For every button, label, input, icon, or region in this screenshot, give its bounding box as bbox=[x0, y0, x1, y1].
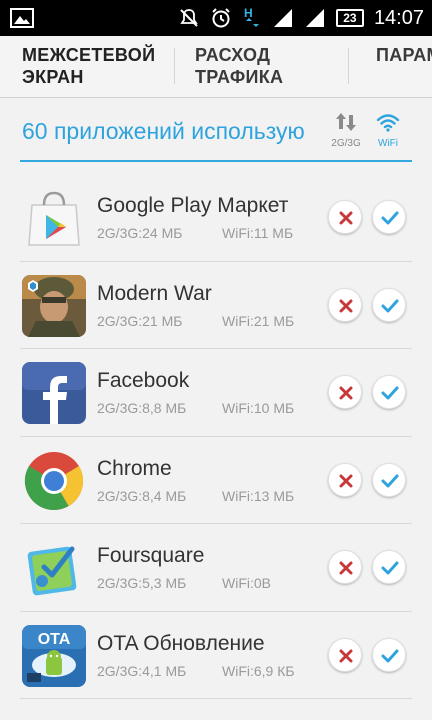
mobile-data-toggle-all[interactable]: 2G/3G bbox=[326, 112, 366, 152]
tab-bar: МЕЖСЕТЕВОЙ ЭКРАН РАСХОД ТРАФИКА ПАРАМ bbox=[0, 36, 432, 98]
signal-icon bbox=[305, 9, 324, 27]
mobile-usage: 2G/3G:8,4 МБ bbox=[97, 487, 187, 504]
close-icon bbox=[339, 211, 353, 225]
chrome-icon bbox=[22, 450, 86, 512]
check-icon bbox=[381, 299, 399, 312]
alarm-icon bbox=[212, 8, 230, 28]
mute-icon bbox=[180, 9, 198, 27]
mobile-usage: 2G/3G:21 МБ bbox=[97, 312, 183, 329]
tab-divider bbox=[348, 48, 349, 84]
app-row-google-play[interactable]: Google Play Маркет 2G/3G:24 МБ WiFi:11 М… bbox=[20, 174, 412, 262]
close-icon bbox=[339, 649, 353, 662]
allow-wifi-button[interactable] bbox=[372, 550, 406, 584]
check-icon bbox=[381, 211, 399, 225]
block-mobile-button[interactable] bbox=[328, 462, 362, 497]
tab-label-line2: ТРАФИКА bbox=[195, 67, 284, 87]
tab-divider bbox=[174, 48, 175, 84]
mobile-data-arrows-icon bbox=[336, 113, 356, 131]
close-icon bbox=[339, 561, 353, 575]
app-row-chrome[interactable]: Chrome 2G/3G:8,4 МБ WiFi:13 МБ bbox=[20, 437, 412, 524]
close-icon bbox=[339, 299, 353, 312]
block-mobile-button[interactable] bbox=[328, 550, 362, 584]
facebook-icon bbox=[22, 362, 86, 424]
wifi-usage: WiFi:0В bbox=[222, 575, 271, 591]
check-icon bbox=[381, 649, 399, 662]
wifi-usage: WiFi:21 МБ bbox=[222, 312, 295, 329]
tab-label-line1: РАСХОД bbox=[195, 45, 271, 65]
network-h-icon: H bbox=[244, 6, 259, 27]
app-row-foursquare[interactable]: Foursquare 2G/3G:5,3 МБ WiFi:0В bbox=[20, 524, 412, 612]
battery-icon: 23 bbox=[335, 9, 364, 27]
block-mobile-button[interactable] bbox=[328, 287, 362, 322]
wifi-icon bbox=[376, 114, 400, 132]
status-icons: H 23 14:07 bbox=[178, 0, 424, 36]
tab-label-line2: ЭКРАН bbox=[22, 67, 84, 87]
image-notification-icon bbox=[10, 8, 34, 28]
allow-wifi-button[interactable] bbox=[372, 637, 406, 672]
block-mobile-button[interactable] bbox=[328, 637, 362, 672]
tab-firewall[interactable]: МЕЖСЕТЕВОЙ ЭКРАН bbox=[22, 36, 156, 97]
app-row-modern-war[interactable]: Modern War 2G/3G:21 МБ WiFi:21 МБ bbox=[20, 262, 412, 349]
clock: 14:07 bbox=[373, 6, 424, 29]
wifi-toggle-all[interactable]: WiFi bbox=[368, 112, 408, 152]
google-play-icon bbox=[22, 187, 86, 249]
allow-wifi-button[interactable] bbox=[372, 287, 406, 322]
block-mobile-button[interactable] bbox=[328, 200, 362, 234]
app-name: Chrome bbox=[97, 456, 172, 480]
mobile-usage: 2G/3G:4,1 МБ bbox=[97, 662, 187, 679]
check-icon bbox=[381, 561, 399, 575]
app-name: OTA Обновление bbox=[97, 631, 265, 655]
svg-text:OTA: OTA bbox=[38, 631, 71, 648]
wifi-usage: WiFi:6,9 КБ bbox=[222, 662, 295, 679]
tab-label-line1: МЕЖСЕТЕВОЙ bbox=[22, 45, 156, 65]
allow-wifi-button[interactable] bbox=[372, 200, 406, 234]
foursquare-icon bbox=[22, 537, 86, 599]
app-list: Google Play Маркет 2G/3G:24 МБ WiFi:11 М… bbox=[20, 174, 412, 699]
check-icon bbox=[381, 386, 399, 400]
ota-update-icon: OTA bbox=[22, 624, 86, 687]
app-name: Facebook bbox=[97, 369, 190, 392]
list-header: 60 приложений использую 2G/3G WiFi bbox=[20, 106, 412, 162]
allow-wifi-button[interactable] bbox=[372, 375, 406, 409]
check-icon bbox=[381, 474, 399, 487]
app-name: Modern War bbox=[97, 281, 212, 305]
app-row-ota-update[interactable]: OTA OTA Обновление 2G/3G:4,1 МБ WiFi:6,9… bbox=[20, 612, 412, 699]
mobile-usage: 2G/3G:8,8 МБ bbox=[97, 400, 187, 416]
modern-war-icon bbox=[22, 274, 86, 337]
wifi-usage: WiFi:10 МБ bbox=[222, 400, 295, 416]
mobile-usage: 2G/3G:24 МБ bbox=[97, 225, 183, 241]
signal-icon bbox=[273, 9, 292, 27]
app-name: Foursquare bbox=[97, 544, 205, 567]
wifi-usage: WiFi:11 МБ bbox=[222, 225, 294, 241]
wifi-label: WiFi bbox=[378, 138, 398, 149]
svg-text:H: H bbox=[244, 6, 253, 20]
close-icon bbox=[339, 386, 353, 400]
wifi-usage: WiFi:13 МБ bbox=[222, 487, 295, 504]
app-row-facebook[interactable]: Facebook 2G/3G:8,8 МБ WiFi:10 МБ bbox=[20, 349, 412, 437]
mobile-data-label: 2G/3G bbox=[331, 138, 361, 149]
status-bar: H 23 14:07 bbox=[0, 0, 432, 36]
block-mobile-button[interactable] bbox=[328, 375, 362, 409]
allow-wifi-button[interactable] bbox=[372, 462, 406, 497]
tab-settings[interactable]: ПАРАМ bbox=[376, 36, 432, 97]
app-name: Google Play Маркет bbox=[97, 194, 289, 217]
battery-level: 23 bbox=[343, 11, 357, 25]
tab-label-line1: ПАРАМ bbox=[376, 45, 432, 65]
mobile-usage: 2G/3G:5,3 МБ bbox=[97, 575, 187, 591]
tab-traffic-usage[interactable]: РАСХОД ТРАФИКА bbox=[195, 36, 284, 97]
close-icon bbox=[339, 474, 353, 487]
apps-count-text: 60 приложений использую bbox=[22, 118, 305, 144]
